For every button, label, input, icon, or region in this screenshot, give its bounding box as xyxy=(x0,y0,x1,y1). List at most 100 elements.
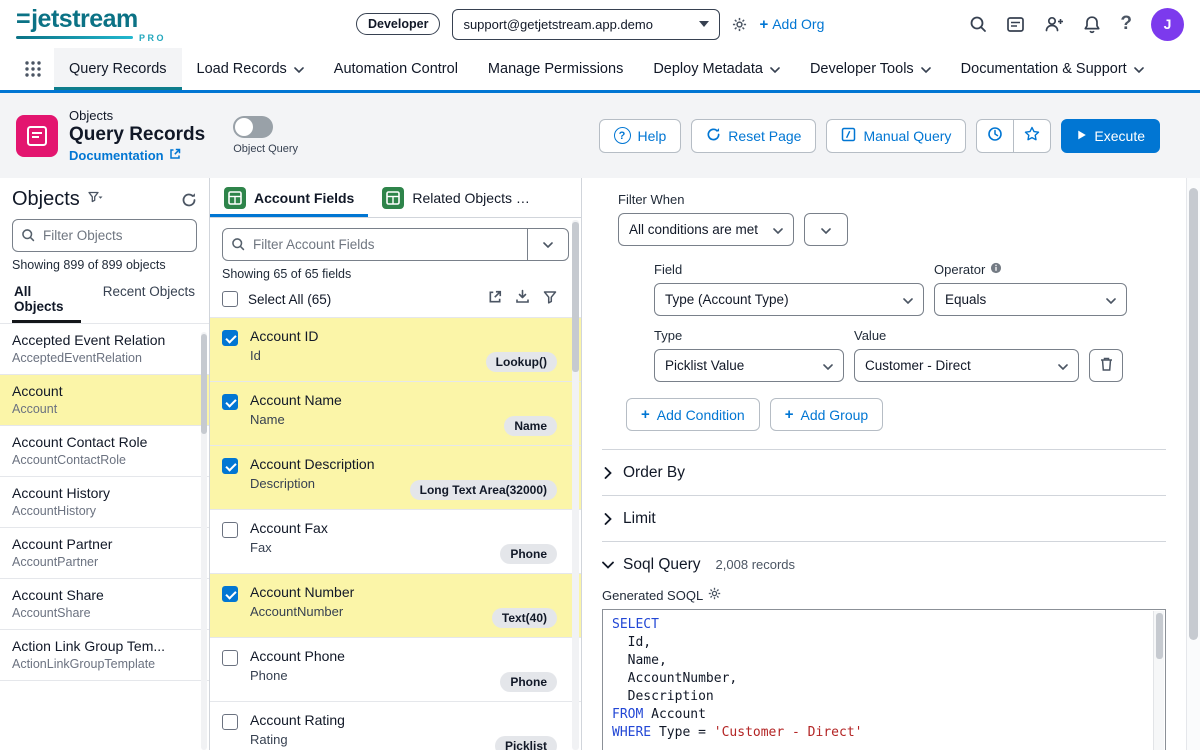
filter-scope-dropdown[interactable] xyxy=(804,213,848,246)
record-lookup-icon[interactable] xyxy=(1006,15,1025,34)
chevron-right-icon xyxy=(604,512,612,525)
field-checkbox[interactable] xyxy=(222,714,238,730)
app-grid-icon[interactable] xyxy=(12,48,54,90)
limit-section: Limit xyxy=(602,495,1166,541)
chevron-down-icon xyxy=(770,61,780,77)
info-icon xyxy=(990,262,1002,277)
field-row[interactable]: Account Description Description Long Tex… xyxy=(210,445,581,509)
nav-item-query-records[interactable]: Query Records xyxy=(54,48,182,90)
help-button[interactable]: ? Help xyxy=(598,118,682,153)
object-query-toggle[interactable] xyxy=(233,116,274,138)
tab-all-objects[interactable]: All Objects xyxy=(12,280,81,323)
nav-item-documentation-support[interactable]: Documentation & Support xyxy=(946,48,1159,90)
help-icon[interactable]: ? xyxy=(1120,13,1132,35)
nav-item-automation-control[interactable]: Automation Control xyxy=(319,48,473,90)
soql-accordion-header[interactable]: Soql Query 2,008 records xyxy=(602,542,1166,587)
object-list-item[interactable]: Account Partner AccountPartner xyxy=(0,528,209,579)
fields-panel: Account Fields Related Objects (S... Sho… xyxy=(210,178,582,750)
user-access-icon[interactable] xyxy=(1044,15,1064,33)
limit-accordion-header[interactable]: Limit xyxy=(602,496,1166,541)
filter-when-dropdown[interactable]: All conditions are met xyxy=(618,213,794,246)
object-list-item-selected[interactable]: Account Account xyxy=(0,375,209,426)
condition-field-dropdown[interactable]: Type (Account Type) xyxy=(654,283,924,316)
chevron-down-icon xyxy=(823,358,833,373)
field-checkbox[interactable] xyxy=(222,522,238,538)
soql-editor[interactable]: SELECT Id, Name, AccountNumber, Descript… xyxy=(602,609,1166,750)
page-scrollbar[interactable] xyxy=(1186,178,1200,750)
fields-scrollbar[interactable] xyxy=(572,220,579,750)
field-row[interactable]: Account Number AccountNumber Text(40) xyxy=(210,573,581,637)
tab-recent-objects[interactable]: Recent Objects xyxy=(101,280,197,323)
reset-page-button[interactable]: Reset Page xyxy=(691,118,817,153)
gear-icon[interactable] xyxy=(708,587,721,603)
add-org-button[interactable]: + Add Org xyxy=(759,16,824,33)
fields-list: Account ID Id Lookup() Account Name Name… xyxy=(210,317,581,750)
object-list-item[interactable]: Account History AccountHistory xyxy=(0,477,209,528)
object-list-item[interactable]: Action Link Group Tem... ActionLinkGroup… xyxy=(0,630,209,681)
chevron-down-icon xyxy=(920,61,931,77)
download-icon[interactable] xyxy=(515,289,530,309)
notifications-bell-icon[interactable] xyxy=(1083,15,1101,34)
nav-item-manage-permissions[interactable]: Manage Permissions xyxy=(473,48,638,90)
field-row[interactable]: Account Fax Fax Phone xyxy=(210,509,581,573)
manual-query-button[interactable]: Manual Query xyxy=(826,118,967,153)
nav-item-load-records[interactable]: Load Records xyxy=(182,48,319,90)
nav-item-deploy-metadata[interactable]: Deploy Metadata xyxy=(638,48,795,90)
filter-when-label: Filter When xyxy=(618,192,685,207)
avatar[interactable]: J xyxy=(1151,7,1184,41)
field-checkbox[interactable] xyxy=(222,650,238,666)
order-by-accordion-header[interactable]: Order By xyxy=(602,450,1166,495)
select-all-checkbox[interactable] xyxy=(222,291,238,307)
field-row[interactable]: Account Rating Rating Picklist xyxy=(210,701,581,750)
condition-operator-dropdown[interactable]: Equals xyxy=(934,283,1127,316)
add-condition-button[interactable]: + Add Condition xyxy=(626,398,760,431)
jetstream-logo[interactable]: =jetstream PRO xyxy=(16,6,206,43)
scrollbar-thumb[interactable] xyxy=(201,334,207,434)
execute-button[interactable]: Execute xyxy=(1061,118,1160,153)
object-list-item[interactable]: Accepted Event Relation AcceptedEventRel… xyxy=(0,324,209,375)
tab-related-objects[interactable]: Related Objects (S... xyxy=(368,178,548,217)
scrollbar-thumb[interactable] xyxy=(1189,188,1198,640)
field-filter-dropdown-button[interactable] xyxy=(527,228,569,261)
tab-account-fields[interactable]: Account Fields xyxy=(210,178,368,217)
documentation-link[interactable]: Documentation xyxy=(69,148,205,163)
add-org-label: Add Org xyxy=(772,16,825,32)
object-type-filter-icon[interactable] xyxy=(88,191,103,209)
favorites-button[interactable] xyxy=(1013,118,1052,153)
org-select-value: support@getjetstream.app.demo xyxy=(463,16,653,32)
object-list-item[interactable]: Account Share AccountShare xyxy=(0,579,209,630)
chevron-down-icon xyxy=(1058,358,1068,373)
type-label: Type xyxy=(654,328,683,343)
add-group-button[interactable]: + Add Group xyxy=(769,398,884,431)
app-root: =jetstream PRO Developer support@getjets… xyxy=(0,0,1200,750)
condition-type-dropdown[interactable]: Picklist Value xyxy=(654,349,844,382)
field-checkbox-checked[interactable] xyxy=(222,330,238,346)
filter-icon[interactable] xyxy=(543,290,557,309)
field-checkbox-checked[interactable] xyxy=(222,394,238,410)
filter-objects-input[interactable] xyxy=(12,219,197,252)
field-row[interactable]: Account Phone Phone Phone xyxy=(210,637,581,701)
org-settings-gear-icon[interactable] xyxy=(732,17,747,32)
objects-scrollbar[interactable] xyxy=(201,332,207,750)
refresh-objects-icon[interactable] xyxy=(181,192,197,208)
scrollbar-thumb[interactable] xyxy=(1156,613,1163,659)
field-row[interactable]: Account ID Id Lookup() xyxy=(210,317,581,381)
editor-scrollbar[interactable] xyxy=(1153,611,1164,750)
field-row[interactable]: Account Name Name Name xyxy=(210,381,581,445)
filter-fields-input[interactable] xyxy=(222,228,528,261)
nav-item-developer-tools[interactable]: Developer Tools xyxy=(795,48,946,90)
delete-condition-button[interactable] xyxy=(1089,349,1123,382)
scrollbar-thumb[interactable] xyxy=(572,222,579,372)
query-history-button[interactable] xyxy=(976,118,1015,153)
org-select-dropdown[interactable]: support@getjetstream.app.demo xyxy=(452,8,721,40)
chevron-down-icon xyxy=(293,61,304,77)
search-icon[interactable] xyxy=(969,15,987,33)
open-in-new-icon[interactable] xyxy=(488,290,502,309)
field-checkbox-checked[interactable] xyxy=(222,586,238,602)
condition-value-dropdown[interactable]: Customer - Direct xyxy=(854,349,1079,382)
field-checkbox-checked[interactable] xyxy=(222,458,238,474)
chevron-right-icon xyxy=(604,466,612,479)
field-label: Field xyxy=(654,262,683,277)
object-list-item[interactable]: Account Contact Role AccountContactRole xyxy=(0,426,209,477)
logo-underline-bar xyxy=(16,36,133,39)
